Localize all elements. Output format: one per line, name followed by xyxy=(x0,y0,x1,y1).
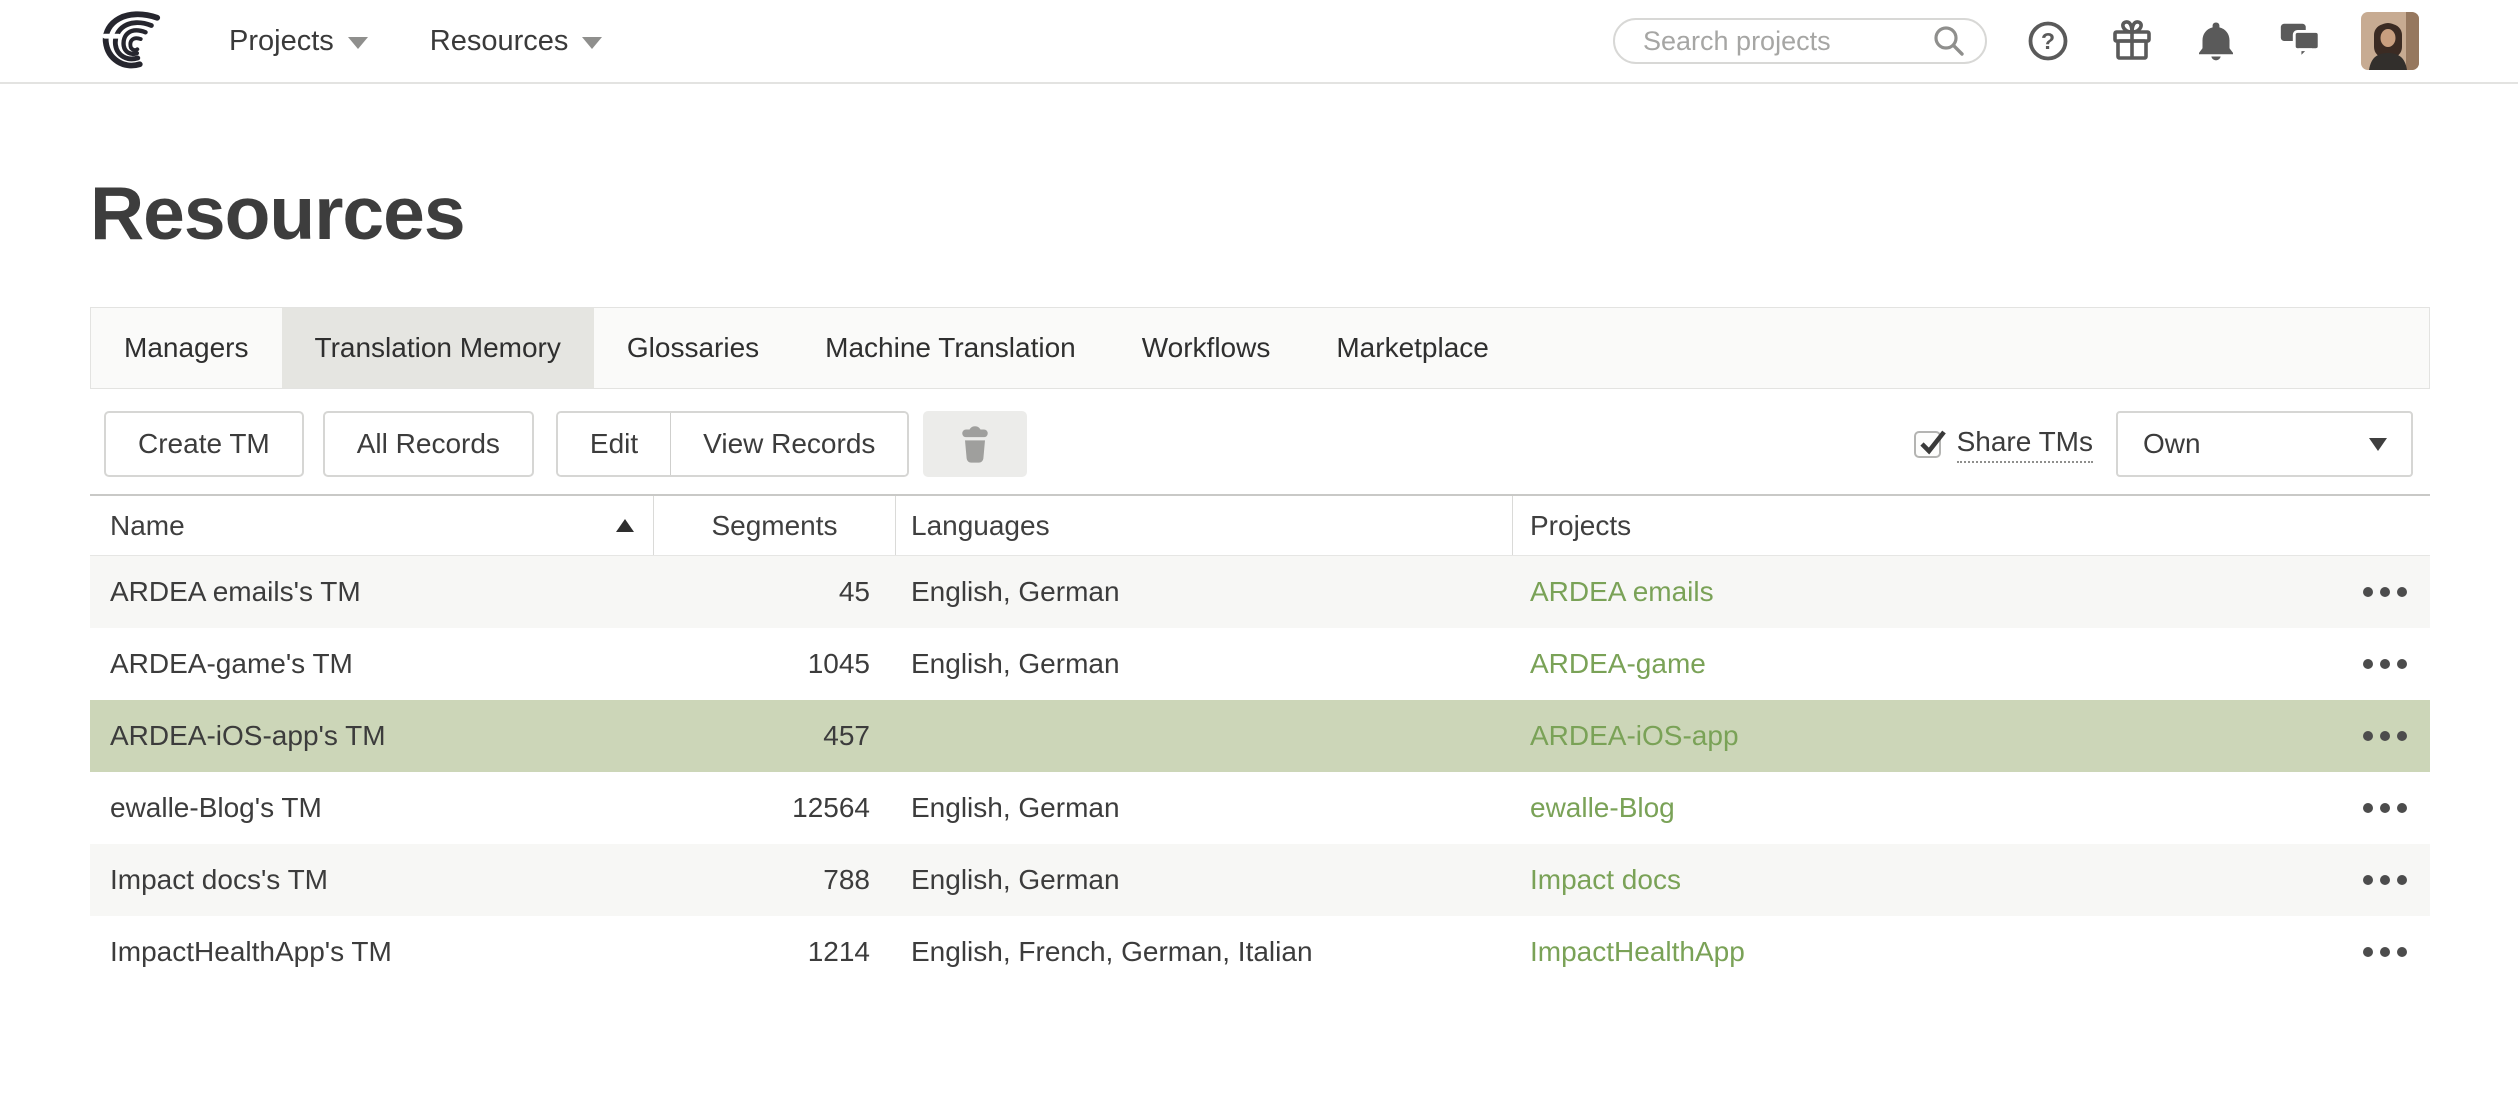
row-actions-ellipsis-button[interactable] xyxy=(2357,865,2413,895)
share-tms-checkbox[interactable] xyxy=(1914,431,1941,458)
tm-languages: English, French, German, Italian xyxy=(896,936,1513,968)
tm-segments: 457 xyxy=(654,720,896,752)
create-tm-button[interactable]: Create TM xyxy=(104,411,304,477)
search-icon[interactable] xyxy=(1931,23,1967,59)
gift-icon[interactable] xyxy=(2109,18,2155,64)
select-arrow-icon xyxy=(2369,438,2387,451)
table-row[interactable]: ARDEA emails's TM 45 English, German ARD… xyxy=(90,556,2430,628)
tab-translation-memory[interactable]: Translation Memory xyxy=(282,308,594,388)
tab-managers[interactable]: Managers xyxy=(91,308,282,388)
row-actions-ellipsis-button[interactable] xyxy=(2357,937,2413,967)
page-title: Resources xyxy=(90,168,2430,258)
table-row[interactable]: Impact docs's TM 788 English, German Imp… xyxy=(90,844,2430,916)
nav-projects-menu[interactable]: Projects xyxy=(229,25,368,58)
messages-icon[interactable] xyxy=(2277,18,2323,64)
delete-tm-button[interactable] xyxy=(923,411,1027,477)
tm-table: Name Segments Languages Projects ARDEA e… xyxy=(90,494,2430,988)
nav-resources-menu[interactable]: Resources xyxy=(430,25,603,58)
main-content: Resources Managers Translation Memory Gl… xyxy=(90,168,2430,988)
tm-segments: 1214 xyxy=(654,936,896,968)
column-header-languages-label: Languages xyxy=(911,510,1050,542)
column-header-actions xyxy=(2340,496,2430,555)
nav-resources-label: Resources xyxy=(430,25,569,58)
tm-name: ARDEA emails's TM xyxy=(90,576,654,608)
navbar-icon-group: ? xyxy=(2025,18,2323,64)
view-records-button[interactable]: View Records xyxy=(670,413,907,475)
table-row[interactable]: ARDEA-game's TM 1045 English, German ARD… xyxy=(90,628,2430,700)
project-link[interactable]: ARDEA emails xyxy=(1530,576,1714,607)
table-row[interactable]: ImpactHealthApp's TM 1214 English, Frenc… xyxy=(90,916,2430,988)
tab-machine-translation[interactable]: Machine Translation xyxy=(792,308,1109,388)
tab-marketplace[interactable]: Marketplace xyxy=(1303,308,1522,388)
chevron-down-icon xyxy=(348,37,368,49)
tm-name: ewalle-Blog's TM xyxy=(90,792,654,824)
user-avatar[interactable] xyxy=(2361,12,2419,70)
tm-languages: English, German xyxy=(896,648,1513,680)
tab-workflows[interactable]: Workflows xyxy=(1109,308,1304,388)
tm-name: ImpactHealthApp's TM xyxy=(90,936,654,968)
tm-scope-value: Own xyxy=(2143,428,2201,460)
row-actions-ellipsis-button[interactable] xyxy=(2357,577,2413,607)
row-actions-ellipsis-button[interactable] xyxy=(2357,649,2413,679)
tm-name: ARDEA-iOS-app's TM xyxy=(90,720,654,752)
edit-view-button-group: Edit View Records xyxy=(556,411,909,477)
search-box xyxy=(1613,18,1987,64)
tm-languages: English, German xyxy=(896,864,1513,896)
column-header-segments-label: Segments xyxy=(711,510,837,542)
project-link[interactable]: ARDEA-game xyxy=(1530,648,1706,679)
project-link[interactable]: ARDEA-iOS-app xyxy=(1530,720,1739,751)
tm-scope-select[interactable]: Own xyxy=(2116,411,2413,477)
app-logo-icon[interactable] xyxy=(97,9,165,73)
svg-text:?: ? xyxy=(2041,28,2055,54)
tm-segments: 12564 xyxy=(654,792,896,824)
tm-segments: 1045 xyxy=(654,648,896,680)
tm-segments: 788 xyxy=(654,864,896,896)
tm-table-body: ARDEA emails's TM 45 English, German ARD… xyxy=(90,556,2430,988)
nav-projects-label: Projects xyxy=(229,25,334,58)
help-icon[interactable]: ? xyxy=(2025,18,2071,64)
top-navbar: Projects Resources ? xyxy=(0,0,2518,84)
edit-button[interactable]: Edit xyxy=(558,413,670,475)
column-header-segments[interactable]: Segments xyxy=(654,496,896,555)
search-input[interactable] xyxy=(1641,25,1931,58)
row-actions-ellipsis-button[interactable] xyxy=(2357,721,2413,751)
table-row[interactable]: ewalle-Blog's TM 12564 English, German e… xyxy=(90,772,2430,844)
share-tms-label[interactable]: Share TMs xyxy=(1957,426,2093,463)
row-actions-ellipsis-button[interactable] xyxy=(2357,793,2413,823)
chevron-down-icon xyxy=(582,37,602,49)
tm-languages: English, German xyxy=(896,576,1513,608)
column-header-name[interactable]: Name xyxy=(90,496,654,555)
tm-toolbar: Create TM All Records Edit View Records xyxy=(90,411,2430,477)
trash-icon xyxy=(955,422,995,466)
project-link[interactable]: Impact docs xyxy=(1530,864,1681,895)
tm-name: ARDEA-game's TM xyxy=(90,648,654,680)
tm-name: Impact docs's TM xyxy=(90,864,654,896)
tm-segments: 45 xyxy=(654,576,896,608)
column-header-name-label: Name xyxy=(110,510,185,542)
tm-table-header: Name Segments Languages Projects xyxy=(90,494,2430,556)
tm-languages: English, German xyxy=(896,792,1513,824)
sort-asc-icon xyxy=(616,519,634,532)
resource-tabs: Managers Translation Memory Glossaries M… xyxy=(90,307,2430,389)
all-records-button[interactable]: All Records xyxy=(323,411,534,477)
column-header-languages[interactable]: Languages xyxy=(896,496,1513,555)
column-header-projects-label: Projects xyxy=(1530,510,1631,542)
share-tms-control: Share TMs Own xyxy=(1914,411,2430,477)
tab-glossaries[interactable]: Glossaries xyxy=(594,308,792,388)
notifications-icon[interactable] xyxy=(2193,18,2239,64)
column-header-projects[interactable]: Projects xyxy=(1513,496,2340,555)
project-link[interactable]: ImpactHealthApp xyxy=(1530,936,1745,967)
project-link[interactable]: ewalle-Blog xyxy=(1530,792,1675,823)
table-row[interactable]: ARDEA-iOS-app's TM 457 ARDEA-iOS-app xyxy=(90,700,2430,772)
